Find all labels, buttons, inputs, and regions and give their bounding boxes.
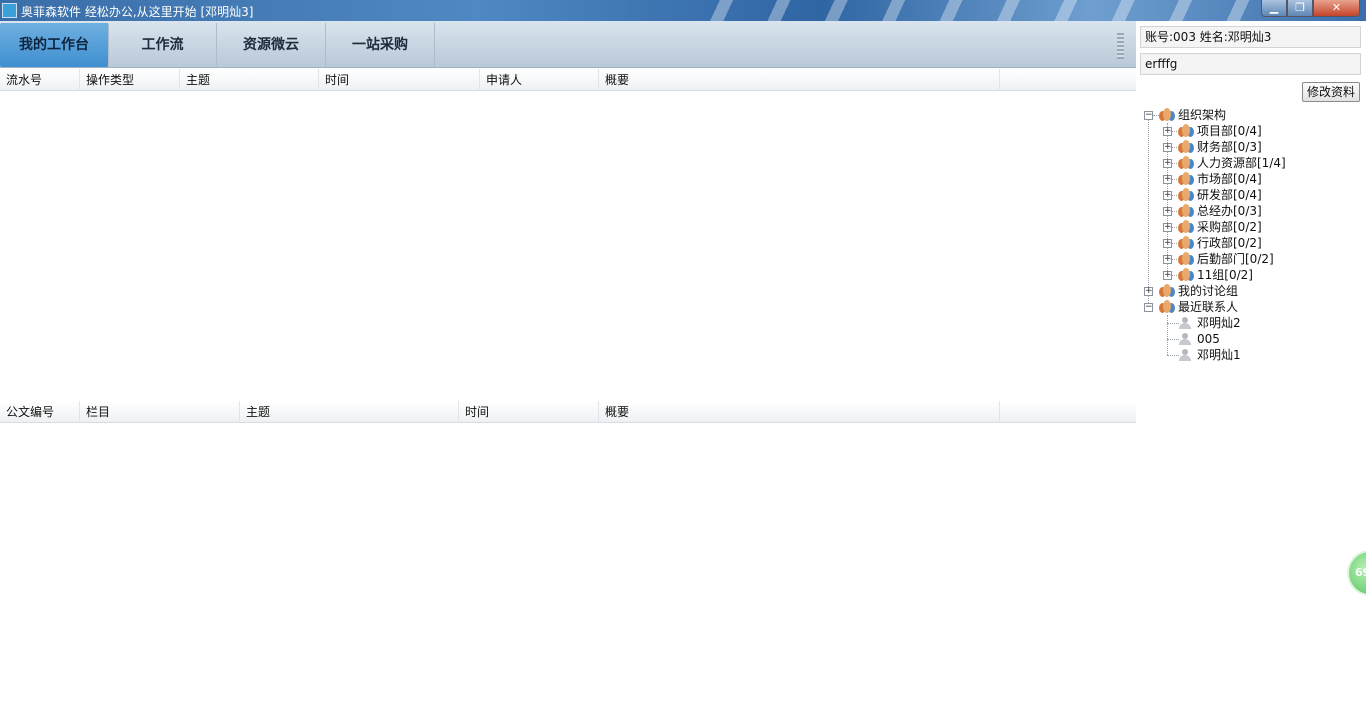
- tab-resource-cloud[interactable]: 资源微云: [217, 23, 326, 67]
- expand-icon[interactable]: +: [1163, 239, 1172, 248]
- column-header-doc-summary[interactable]: 概要: [599, 401, 1000, 423]
- tab-my-workbench[interactable]: 我的工作台: [0, 23, 109, 67]
- department-name: 后勤部门[0/2]: [1197, 252, 1274, 266]
- group-icon: [1178, 188, 1194, 202]
- department-name: 总经办[0/3]: [1197, 204, 1262, 218]
- floating-assistant-badge[interactable]: 69: [1347, 550, 1366, 596]
- offline-user-icon: [1179, 317, 1191, 329]
- group-icon: [1178, 252, 1194, 266]
- edit-profile-button[interactable]: 修改资料: [1302, 82, 1360, 102]
- group-icon: [1178, 268, 1194, 282]
- tree-node-department[interactable]: + 行政部[0/2]: [1159, 235, 1359, 251]
- column-header-applicant[interactable]: 申请人: [480, 69, 599, 91]
- tree-node-department[interactable]: + 研发部[0/4]: [1159, 187, 1359, 203]
- column-header-serial-no[interactable]: 流水号: [0, 69, 80, 91]
- tree-node-contact[interactable]: 邓明灿1: [1160, 347, 1340, 363]
- column-header-subject[interactable]: 主题: [180, 69, 319, 91]
- expand-icon[interactable]: +: [1163, 127, 1172, 136]
- tree-node-department[interactable]: + 项目部[0/4]: [1159, 123, 1359, 139]
- department-name: 人力资源部[1/4]: [1197, 156, 1286, 170]
- tree-node-label: 我的讨论组: [1178, 284, 1239, 298]
- tree-node-label: 组织架构: [1178, 108, 1227, 122]
- department-name: 财务部[0/3]: [1197, 140, 1262, 154]
- group-icon: [1159, 108, 1175, 122]
- group-icon: [1159, 284, 1175, 298]
- column-header-category[interactable]: 栏目: [80, 401, 240, 423]
- group-icon: [1178, 140, 1194, 154]
- tree-node-recent-contacts[interactable]: − 最近联系人: [1140, 299, 1340, 315]
- tree-node-contact[interactable]: 邓明灿2: [1160, 315, 1340, 331]
- expand-icon[interactable]: +: [1163, 255, 1172, 264]
- organization-tree: − 组织架构 + 项目部[0/4] + 财务部[0/3] + 人力资源部[1/4] + 市场部…: [1140, 107, 1366, 367]
- group-icon: [1178, 204, 1194, 218]
- document-table-header: 公文编号 栏目 主题 时间 概要: [0, 401, 1136, 423]
- workflow-table-body[interactable]: [0, 91, 1136, 399]
- department-name: 采购部[0/2]: [1197, 220, 1262, 234]
- tree-line: [1148, 119, 1149, 307]
- group-icon: [1178, 172, 1194, 186]
- tree-node-org-root[interactable]: − 组织架构: [1140, 107, 1340, 123]
- column-header-summary[interactable]: 概要: [599, 69, 1000, 91]
- tree-line: [1167, 323, 1179, 324]
- department-name: 研发部[0/4]: [1197, 188, 1262, 202]
- column-header-doc-no[interactable]: 公文编号: [0, 401, 80, 423]
- tree-node-discussion-group[interactable]: + 我的讨论组: [1140, 283, 1340, 299]
- expand-icon[interactable]: +: [1163, 143, 1172, 152]
- department-name: 行政部[0/2]: [1197, 236, 1262, 250]
- contact-name: 邓明灿2: [1197, 316, 1241, 330]
- title-bar: 奥菲森软件 经松办公,从这里开始 [邓明灿3] ▁ ❐ ✕: [0, 0, 1366, 21]
- expand-icon[interactable]: +: [1163, 159, 1172, 168]
- column-header-time[interactable]: 时间: [319, 69, 480, 91]
- expand-icon[interactable]: +: [1144, 287, 1153, 296]
- expand-icon[interactable]: +: [1163, 271, 1172, 280]
- tree-node-label: 最近联系人: [1178, 300, 1239, 314]
- column-header-operation-type[interactable]: 操作类型: [80, 69, 180, 91]
- workflow-table-header: 流水号 操作类型 主题 时间 申请人 概要: [0, 69, 1136, 91]
- main-tab-bar: 我的工作台 工作流 资源微云 一站采购: [0, 21, 1136, 68]
- department-name: 11组[0/2]: [1197, 268, 1253, 282]
- column-header-doc-subject[interactable]: 主题: [240, 401, 459, 423]
- window-title: 奥菲森软件 经松办公,从这里开始 [邓明灿3]: [21, 5, 254, 19]
- offline-user-icon: [1179, 333, 1191, 345]
- department-name: 市场部[0/4]: [1197, 172, 1262, 186]
- tree-node-department[interactable]: + 财务部[0/3]: [1159, 139, 1359, 155]
- tab-bar-grip-handle[interactable]: [1117, 33, 1124, 59]
- group-icon: [1178, 124, 1194, 138]
- account-info: 账号:003 姓名:邓明灿3: [1140, 26, 1361, 48]
- contact-name: 邓明灿1: [1197, 348, 1241, 362]
- tab-procurement[interactable]: 一站采购: [326, 23, 435, 67]
- contact-name: 005: [1197, 332, 1220, 346]
- collapse-icon[interactable]: −: [1144, 303, 1153, 312]
- document-table-body[interactable]: [0, 423, 1136, 724]
- collapse-icon[interactable]: −: [1144, 111, 1153, 120]
- tree-node-department[interactable]: + 后勤部门[0/2]: [1159, 251, 1359, 267]
- tree-node-contact[interactable]: 005: [1160, 331, 1340, 347]
- signature-field[interactable]: erfffg: [1140, 53, 1361, 75]
- department-name: 项目部[0/4]: [1197, 124, 1262, 138]
- minimize-button[interactable]: ▁: [1261, 0, 1287, 17]
- tree-line: [1167, 355, 1179, 356]
- tree-node-department[interactable]: + 采购部[0/2]: [1159, 219, 1359, 235]
- group-icon: [1178, 236, 1194, 250]
- tab-workflow[interactable]: 工作流: [109, 23, 217, 67]
- expand-icon[interactable]: +: [1163, 223, 1172, 232]
- group-icon: [1178, 156, 1194, 170]
- group-icon: [1178, 220, 1194, 234]
- app-icon: [2, 3, 17, 18]
- close-button[interactable]: ✕: [1313, 0, 1360, 17]
- expand-icon[interactable]: +: [1163, 175, 1172, 184]
- tree-node-department[interactable]: + 市场部[0/4]: [1159, 171, 1359, 187]
- expand-icon[interactable]: +: [1163, 191, 1172, 200]
- title-bar-decoration: [700, 0, 1260, 21]
- offline-user-icon: [1179, 349, 1191, 361]
- tree-line: [1167, 339, 1179, 340]
- column-header-doc-time[interactable]: 时间: [459, 401, 599, 423]
- maximize-button[interactable]: ❐: [1287, 0, 1313, 17]
- tree-node-department[interactable]: +11组[0/2]: [1159, 267, 1359, 283]
- tree-node-department[interactable]: + 人力资源部[1/4]: [1159, 155, 1359, 171]
- expand-icon[interactable]: +: [1163, 207, 1172, 216]
- tree-node-department[interactable]: + 总经办[0/3]: [1159, 203, 1359, 219]
- group-icon: [1159, 300, 1175, 314]
